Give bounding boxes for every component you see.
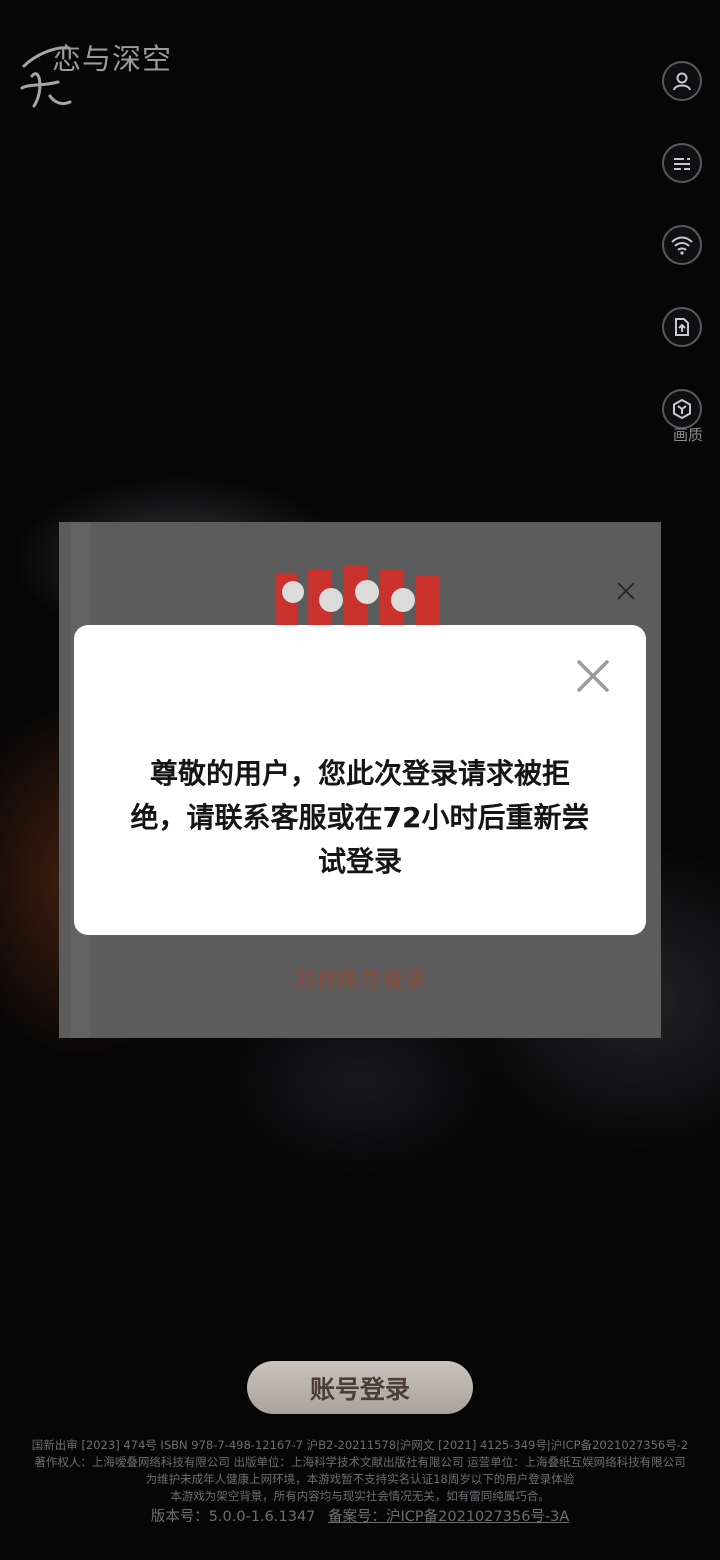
footer-copyright-line: 著作权人：上海嗳叠网络科技有限公司 出版单位：上海科学技术文献出版社有限公司 运…: [34, 1455, 686, 1469]
network-button[interactable]: [662, 225, 702, 265]
dialog-message: 尊敬的用户，您此次登录请求被拒绝，请联系客服或在72小时后重新尝试登录: [130, 757, 590, 878]
legal-footer: 国新出审 [2023] 474号 ISBN 978-7-498-12167-7 …: [0, 1437, 720, 1528]
other-account-login-link[interactable]: 其他账号登录: [59, 962, 661, 994]
panel-close-icon[interactable]: [615, 580, 637, 602]
footer-license-line: 国新出审 [2023] 474号 ISBN 978-7-498-12167-7 …: [31, 1438, 689, 1452]
account-login-button[interactable]: 账号登录: [247, 1361, 473, 1414]
quality-label: 画质: [672, 426, 703, 444]
user-icon: [673, 72, 691, 91]
user-center-button[interactable]: [662, 61, 702, 101]
footer-version-row: 版本号：5.0.0-1.6.1347 备案号：沪ICP备2021027356号-…: [0, 1506, 720, 1528]
footer-minor-notice: 为维护未成年人健康上网环境，本游戏暂不支持实名认证18周岁以下的用户登录体验: [145, 1472, 575, 1486]
version-text: 版本号：5.0.0-1.6.1347: [150, 1509, 316, 1525]
export-button[interactable]: [662, 307, 702, 347]
footer-fiction-notice: 本游戏为架空背景，所有内容均与现实社会情况无关，如有雷同纯属巧合。: [170, 1489, 550, 1503]
beian-link[interactable]: 备案号：沪ICP备2021027356号-3A: [328, 1509, 569, 1525]
side-toolbar: [662, 61, 706, 429]
notice-icon: [674, 158, 690, 170]
notice-button[interactable]: [662, 143, 702, 183]
quality-icon: [673, 398, 691, 420]
wifi-icon: [671, 236, 693, 255]
quality-button[interactable]: [662, 389, 702, 429]
login-rejected-dialog: 尊敬的用户，您此次登录请求被拒绝，请联系客服或在72小时后重新尝试登录: [74, 625, 646, 935]
logo-text: 恋与深空: [52, 42, 173, 76]
close-icon[interactable]: [576, 659, 610, 693]
brand-logo: [275, 566, 439, 630]
export-icon: [675, 318, 689, 336]
